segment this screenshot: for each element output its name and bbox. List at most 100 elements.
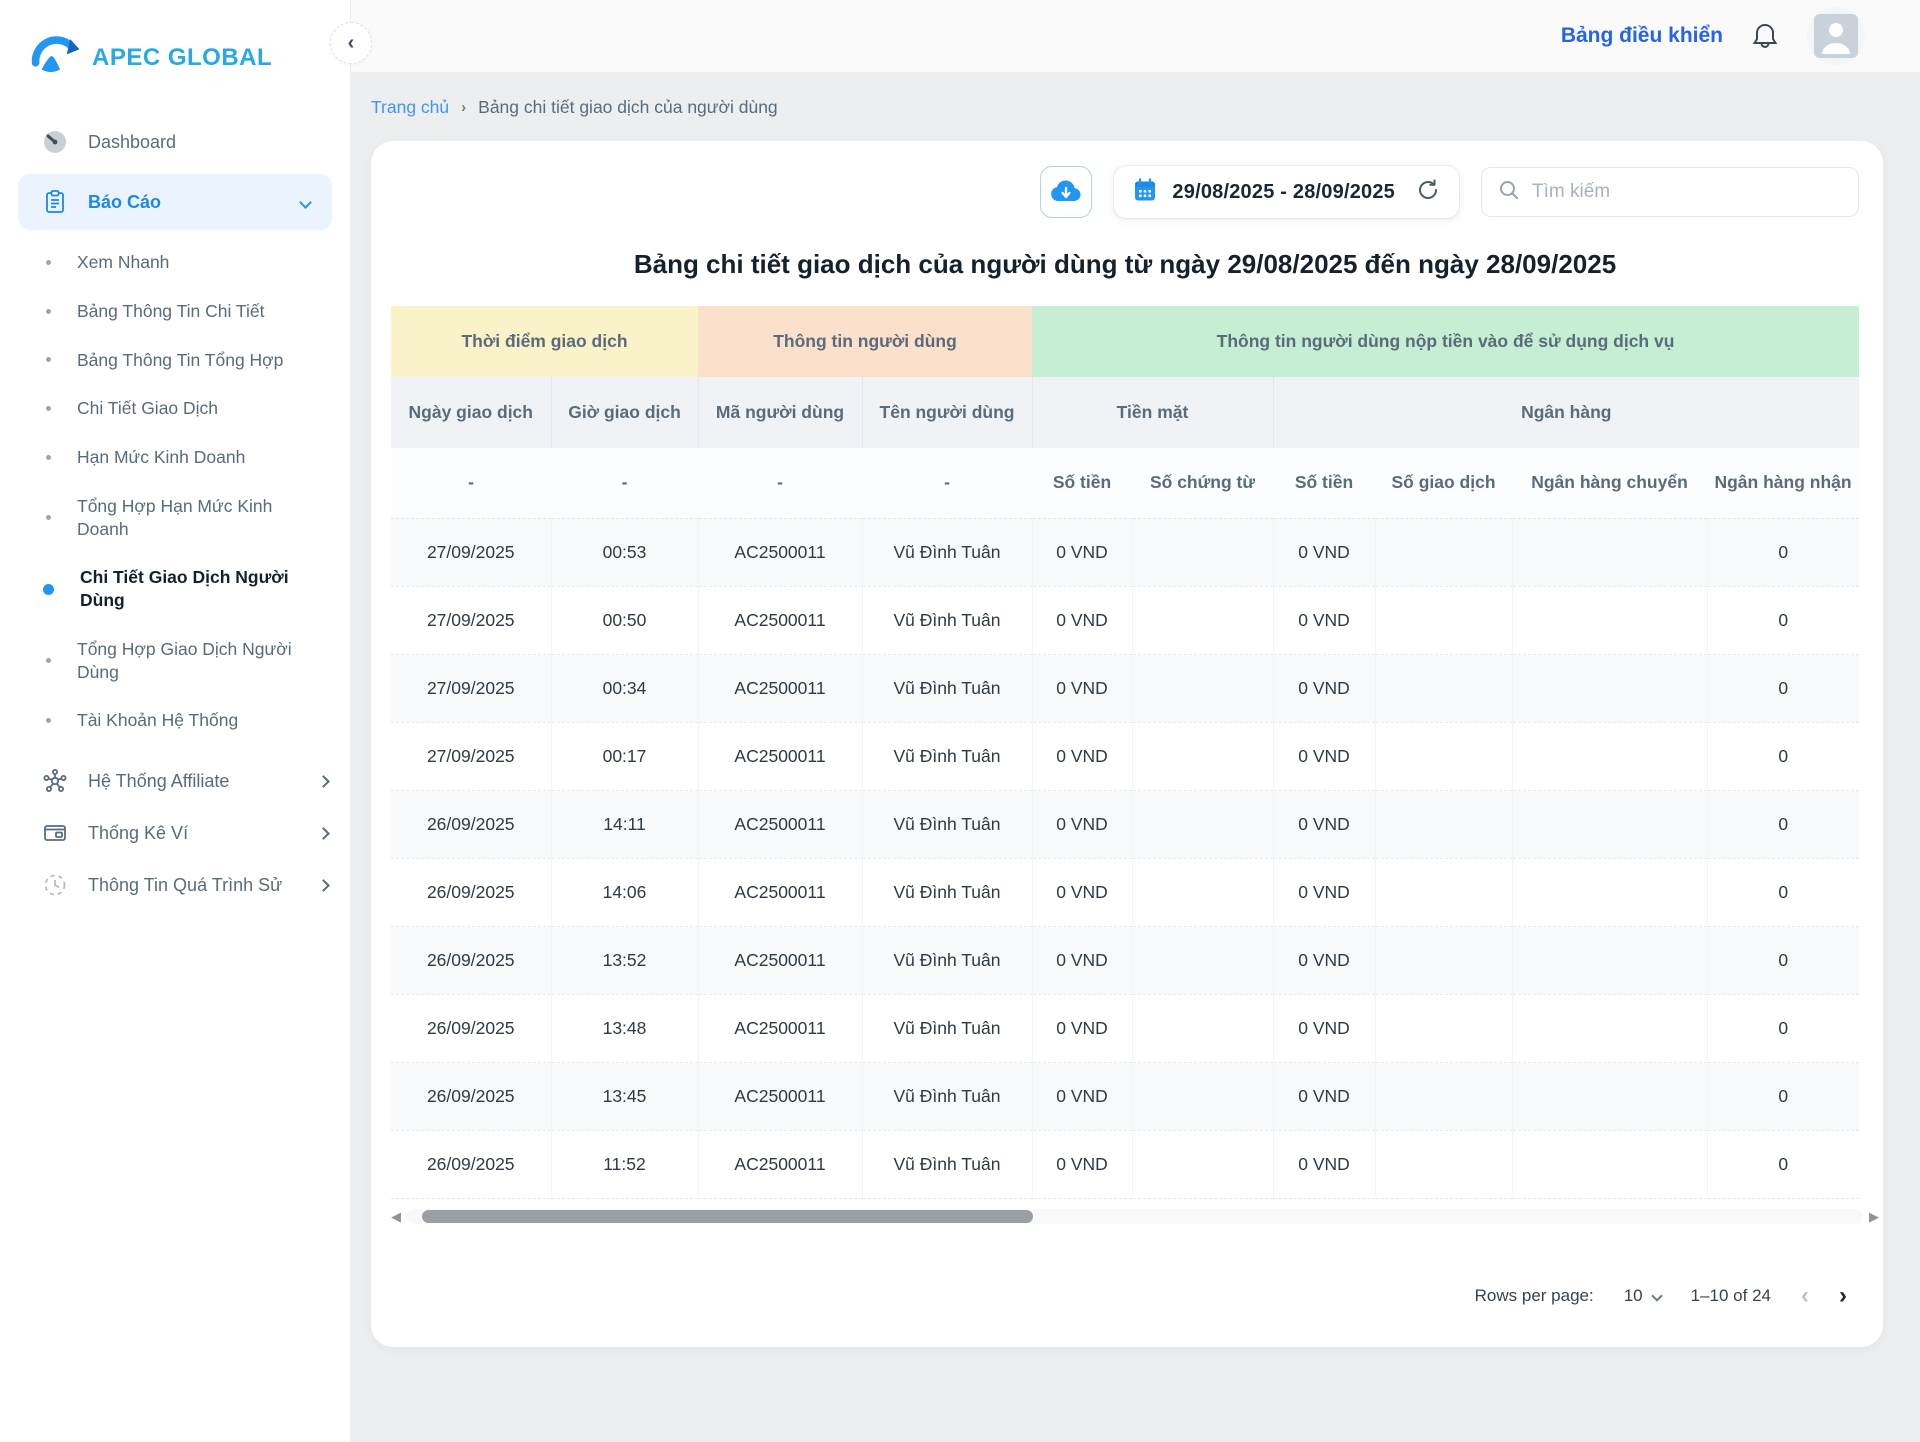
table-cell [1512, 1130, 1707, 1198]
date-range-picker[interactable]: 29/08/2025 - 28/09/2025 [1114, 166, 1459, 218]
sidebar-item-chi-tiet-giao-dich[interactable]: Chi Tiết Giao Dịch [0, 384, 350, 433]
table-cell: Vũ Đình Tuân [862, 586, 1032, 654]
sidebar-item-bang-thong-tin-tong-hop[interactable]: Bảng Thông Tin Tổng Hợp [0, 336, 350, 385]
table-cell [1375, 586, 1512, 654]
table-cell [1132, 858, 1273, 926]
table-row: 26/09/202514:06AC2500011Vũ Đình Tuân0 VN… [391, 858, 1859, 926]
scrollbar-track[interactable] [407, 1209, 1863, 1224]
table-row: 27/09/202500:50AC2500011Vũ Đình Tuân0 VN… [391, 586, 1859, 654]
sidebar-item-dashboard[interactable]: Dashboard [0, 116, 350, 168]
sidebar-item-tong-hop-giao-dich-nguoi-dung[interactable]: Tổng Hợp Giao Dịch Người Dùng [0, 625, 330, 697]
notification-bell-icon[interactable] [1749, 20, 1781, 52]
table-cell: 0 VND [1032, 926, 1132, 994]
sidebar-item-reports[interactable]: Báo Cáo [18, 174, 332, 230]
table-cell: 27/09/2025 [391, 518, 551, 586]
search-icon [1498, 179, 1520, 206]
table-cell: 0 VND [1032, 1062, 1132, 1130]
table-cell: 0 [1707, 926, 1859, 994]
rows-per-page-label: Rows per page: [1475, 1286, 1594, 1306]
table-cell: 14:06 [551, 858, 698, 926]
sidebar-item-wallet-stats[interactable]: Thống Kê Ví [0, 807, 350, 859]
bullet-icon [46, 455, 51, 460]
table-cell: AC2500011 [698, 586, 862, 654]
scrollbar-thumb[interactable] [422, 1210, 1034, 1223]
col-header: Ngày giao dịch [391, 377, 551, 448]
sidebar-item-label: Báo Cáo [88, 192, 281, 213]
table-cell: 0 VND [1273, 1062, 1375, 1130]
table-cell: Vũ Đình Tuân [862, 722, 1032, 790]
table-cell: 0 [1707, 858, 1859, 926]
pagination-range: 1–10 of 24 [1691, 1286, 1771, 1306]
export-download-button[interactable] [1040, 166, 1092, 218]
sidebar-item-xem-nhanh[interactable]: Xem Nhanh [0, 238, 350, 287]
col-header-cash: Tiền mặt [1032, 377, 1273, 448]
table-title: Bảng chi tiết giao dịch của người dùng t… [391, 249, 1859, 280]
next-page-button[interactable]: › [1839, 1282, 1847, 1310]
reports-submenu: Xem Nhanh Bảng Thông Tin Chi Tiết Bảng T… [0, 238, 350, 745]
dashboard-link[interactable]: Bảng điều khiển [1561, 24, 1723, 48]
table-cell: 0 VND [1273, 994, 1375, 1062]
table-cell [1375, 858, 1512, 926]
table-cell: 26/09/2025 [391, 1130, 551, 1198]
table-cell [1375, 790, 1512, 858]
table-cell: 11:52 [551, 1130, 698, 1198]
table-cell [1512, 926, 1707, 994]
rows-per-page-select[interactable]: 10 [1624, 1286, 1661, 1306]
table-cell: 0 [1707, 1062, 1859, 1130]
table-cell [1512, 1062, 1707, 1130]
table-cell [1375, 994, 1512, 1062]
table-cell: 0 VND [1273, 654, 1375, 722]
col-header: Số tiền [1273, 448, 1375, 518]
sidebar-item-chi-tiet-giao-dich-nguoi-dung[interactable]: Chi Tiết Giao Dịch Người Dùng [0, 553, 330, 625]
table-cell: 0 [1707, 1130, 1859, 1198]
group-header-deposit: Thông tin người dùng nộp tiền vào để sử … [1032, 306, 1859, 377]
scroll-left-arrow-icon[interactable]: ◀ [391, 1210, 401, 1223]
table-cell: 0 VND [1032, 586, 1132, 654]
search-input[interactable] [1532, 181, 1842, 203]
transactions-table: Thời điểm giao dịch Thông tin người dùng… [391, 306, 1859, 1199]
table-row: 27/09/202500:53AC2500011Vũ Đình Tuân0 VN… [391, 518, 1859, 586]
sidebar-item-tong-hop-han-muc-kinh-doanh[interactable]: Tổng Hợp Hạn Mức Kinh Doanh [0, 482, 330, 554]
sidebar-collapse-button[interactable]: ‹ [330, 22, 372, 64]
table-cell: 00:17 [551, 722, 698, 790]
chevron-right-icon [317, 879, 330, 892]
bullet-icon [46, 515, 51, 520]
share-nodes-icon [42, 768, 68, 794]
table-cell [1512, 654, 1707, 722]
table-cell: 0 [1707, 654, 1859, 722]
table-cell: 0 [1707, 722, 1859, 790]
scroll-right-arrow-icon[interactable]: ▶ [1869, 1210, 1879, 1223]
table-cell [1132, 586, 1273, 654]
previous-page-button[interactable]: ‹ [1801, 1282, 1809, 1310]
table-cell: 0 VND [1273, 926, 1375, 994]
table-cell [1375, 926, 1512, 994]
breadcrumb-current: Bảng chi tiết giao dịch của người dùng [478, 97, 778, 118]
table-cell: 26/09/2025 [391, 858, 551, 926]
refresh-icon[interactable] [1415, 177, 1441, 208]
table-cell [1375, 518, 1512, 586]
table-cell: 0 VND [1032, 1130, 1132, 1198]
table-cell: 00:34 [551, 654, 698, 722]
table-cell: Vũ Đình Tuân [862, 926, 1032, 994]
sidebar-item-han-muc-kinh-doanh[interactable]: Hạn Mức Kinh Doanh [0, 433, 350, 482]
app-root: APEC GLOBAL Dashboard [0, 0, 1920, 1442]
header-sub-row: Ngày giao dịch Giờ giao dịch Mã người dù… [391, 377, 1859, 448]
table-cell [1132, 994, 1273, 1062]
content-card: 29/08/2025 - 28/09/2025 [371, 141, 1883, 1347]
table-row: 27/09/202500:17AC2500011Vũ Đình Tuân0 VN… [391, 722, 1859, 790]
table-cell [1512, 790, 1707, 858]
user-avatar[interactable] [1807, 7, 1865, 65]
table-cell: 0 VND [1032, 790, 1132, 858]
breadcrumb-home-link[interactable]: Trang chủ [371, 97, 449, 118]
sidebar-item-label: Thông Tin Quá Trình Sử [88, 875, 299, 896]
col-header: Mã người dùng [698, 377, 862, 448]
chevron-down-icon [299, 196, 312, 209]
table-cell [1512, 858, 1707, 926]
col-header: - [391, 448, 551, 518]
header-group-row: Thời điểm giao dịch Thông tin người dùng… [391, 306, 1859, 377]
table-cell: 0 [1707, 586, 1859, 654]
sidebar-item-process-info[interactable]: Thông Tin Quá Trình Sử [0, 859, 350, 911]
sidebar-item-affiliate[interactable]: Hệ Thống Affiliate [0, 755, 350, 807]
sidebar-item-tai-khoan-he-thong[interactable]: Tài Khoản Hệ Thống [0, 696, 350, 745]
sidebar-item-bang-thong-tin-chi-tiet[interactable]: Bảng Thông Tin Chi Tiết [0, 287, 350, 336]
